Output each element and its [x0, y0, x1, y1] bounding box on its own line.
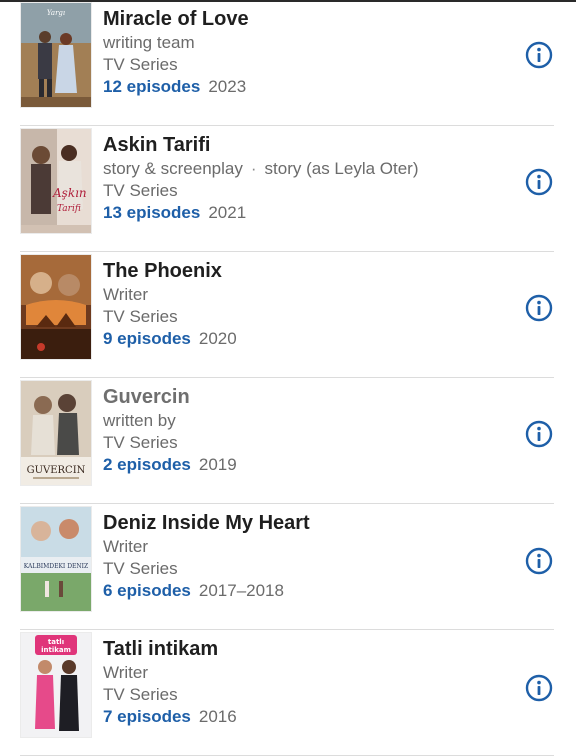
info-circle-icon[interactable] — [525, 168, 553, 196]
poster-image[interactable]: Yargı — [21, 3, 91, 107]
credit-years: 2019 — [198, 455, 237, 474]
episodes-link[interactable]: 9 episodes — [103, 329, 191, 348]
credit-info: Tatli intikam Writer TV Series 7 episode… — [103, 636, 503, 728]
info-circle-icon[interactable] — [525, 294, 553, 322]
episodes-line: 12 episodes 2023 — [103, 76, 503, 98]
credit-type: TV Series — [103, 307, 178, 326]
role-text: Writer — [103, 537, 149, 556]
credit-title[interactable]: Deniz Inside My Heart — [103, 510, 503, 536]
credit-type: TV Series — [103, 181, 178, 200]
credit-row-guvercin[interactable]: GUVERCIN Guvercin written by TV Series 2… — [0, 378, 576, 504]
info-circle-icon[interactable] — [525, 41, 553, 69]
credit-years: 2017–2018 — [198, 581, 284, 600]
credit-title[interactable]: Askin Tarifi — [103, 132, 503, 158]
credit-role: Writer — [103, 536, 503, 558]
credit-row-the-phoenix[interactable]: The Phoenix Writer TV Series 9 episodes 2… — [0, 252, 576, 378]
role-text: writing team — [103, 33, 195, 52]
role-text: written by — [103, 411, 176, 430]
credit-title[interactable]: Miracle of Love — [103, 6, 503, 32]
poster-title-text: tatlı — [48, 638, 64, 646]
episodes-line: 6 episodes 2017–2018 — [103, 580, 503, 602]
credit-row-tatli-intikam[interactable]: tatlı intikam Tatli intikam Writer TV Se… — [0, 630, 576, 756]
credit-title[interactable]: Guvercin — [103, 384, 503, 410]
credit-role: writing team — [103, 32, 503, 54]
info-circle-icon[interactable] — [525, 547, 553, 575]
info-circle-icon[interactable] — [525, 674, 553, 702]
credit-row-deniz-inside-my-heart[interactable]: KALBIMDEKI DENIZ Deniz Inside My Heart W… — [0, 504, 576, 630]
role-text: Writer — [103, 663, 149, 682]
episodes-link[interactable]: 12 episodes — [103, 77, 200, 96]
episodes-link[interactable]: 7 episodes — [103, 707, 191, 726]
episodes-link[interactable]: 13 episodes — [103, 203, 200, 222]
poster-image[interactable]: KALBIMDEKI DENIZ — [21, 507, 91, 611]
episodes-line: 13 episodes 2021 — [103, 202, 503, 224]
credit-row-miracle-of-love[interactable]: Yargı Miracle of Love writing team TV Se… — [0, 0, 576, 126]
episodes-link[interactable]: 6 episodes — [103, 581, 191, 600]
role-separator: · — [250, 159, 257, 178]
svg-text:Yargı: Yargı — [47, 9, 65, 17]
credit-role: written by — [103, 410, 503, 432]
credit-info: Miracle of Love writing team TV Series 1… — [103, 6, 503, 98]
info-circle-icon[interactable] — [525, 420, 553, 448]
svg-text:intikam: intikam — [41, 646, 71, 654]
poster-image[interactable]: GUVERCIN — [21, 381, 91, 485]
credit-role: Writer — [103, 662, 503, 684]
credit-info: Askin Tarifi story & screenplay · story (a… — [103, 132, 503, 224]
credit-years: 2023 — [208, 77, 247, 96]
poster-image[interactable]: tatlı intikam — [21, 633, 91, 737]
credit-type: TV Series — [103, 559, 178, 578]
role-text: Writer — [103, 285, 149, 304]
credit-title[interactable]: The Phoenix — [103, 258, 503, 284]
credit-info: Deniz Inside My Heart Writer TV Series 6… — [103, 510, 503, 602]
poster-title-text: GUVERCIN — [27, 465, 86, 476]
poster-image[interactable] — [21, 255, 91, 359]
credit-years: 2020 — [198, 329, 237, 348]
credit-role: story & screenplay · story (as Leyla Oter) — [103, 158, 503, 180]
credit-info: Guvercin written by TV Series 2 episodes… — [103, 384, 503, 476]
role-text: story & screenplay — [103, 159, 243, 178]
credit-years: 2016 — [198, 707, 237, 726]
episodes-link[interactable]: 2 episodes — [103, 455, 191, 474]
role-text: story (as Leyla Oter) — [264, 159, 419, 178]
episodes-line: 2 episodes 2019 — [103, 454, 503, 476]
poster-image[interactable]: Aşkın Tarifi — [21, 129, 91, 233]
credit-type: TV Series — [103, 685, 178, 704]
episodes-line: 7 episodes 2016 — [103, 706, 503, 728]
credit-type: TV Series — [103, 433, 178, 452]
credit-role: Writer — [103, 284, 503, 306]
credit-type: TV Series — [103, 55, 178, 74]
episodes-line: 9 episodes 2020 — [103, 328, 503, 350]
credit-info: The Phoenix Writer TV Series 9 episodes 2… — [103, 258, 503, 350]
credit-row-askin-tarifi[interactable]: Aşkın Tarifi Askin Tarifi story & screen… — [0, 126, 576, 252]
svg-text:Tarifi: Tarifi — [57, 204, 81, 214]
poster-title-text: Aşkın — [52, 186, 87, 200]
credit-title[interactable]: Tatli intikam — [103, 636, 503, 662]
credit-years: 2021 — [208, 203, 247, 222]
poster-title-text: KALBIMDEKI DENIZ — [24, 563, 88, 570]
